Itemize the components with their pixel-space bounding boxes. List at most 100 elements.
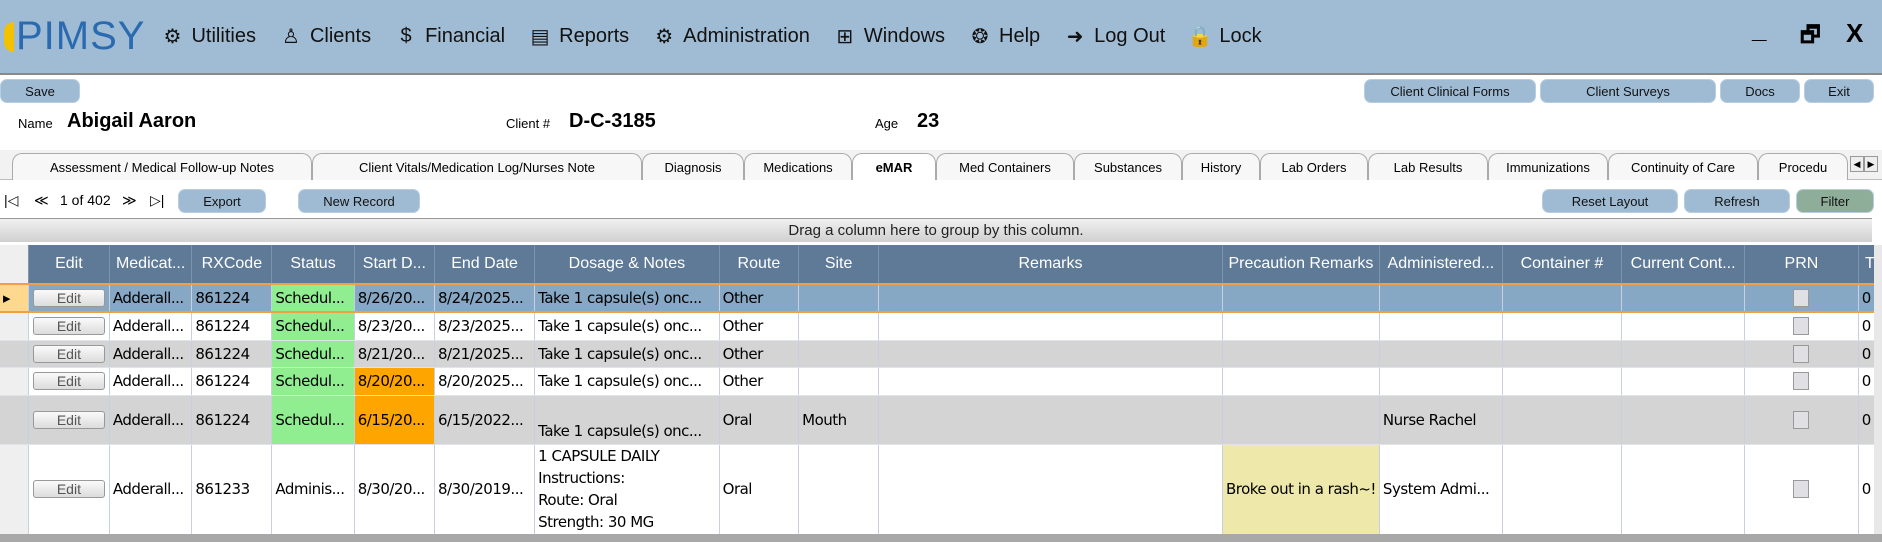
table-row[interactable]: Edit Adderall... 861224 Schedul... 8/23/20..… — [0, 312, 1882, 341]
menu-financial[interactable]: $ Financial — [393, 24, 506, 50]
cell-status: Schedul... — [271, 395, 355, 445]
prn-cell — [1744, 444, 1859, 535]
prn-checkbox[interactable] — [1793, 480, 1810, 498]
column-header-prn[interactable]: PRN — [1744, 245, 1859, 284]
cell-status: Schedul... — [271, 283, 355, 313]
edit-button[interactable]: Edit — [32, 317, 105, 336]
reset-layout-button[interactable]: Reset Layout — [1542, 189, 1678, 213]
close-button[interactable]: X — [1846, 18, 1863, 49]
column-header-status[interactable]: Status — [271, 245, 355, 284]
column-header-site[interactable]: Site — [798, 245, 880, 284]
row-indicator[interactable]: ▸ — [0, 283, 29, 313]
cell-current — [1621, 444, 1746, 535]
menu-utilities[interactable]: ⚙ Utilities — [159, 24, 256, 50]
restore-button[interactable]: 🗗 — [1800, 18, 1821, 56]
admin-icon: ⚙ — [655, 26, 674, 48]
row-indicator[interactable] — [0, 367, 29, 396]
docs-button[interactable]: Docs — [1720, 79, 1800, 103]
column-header-start-d-[interactable]: Start D... — [354, 245, 436, 284]
new-record-button[interactable]: New Record — [298, 189, 420, 213]
table-row[interactable]: ▸ Edit Adderall... 861224 Schedul... 8/26/20.… — [0, 283, 1882, 313]
client-clinical-forms-button[interactable]: Client Clinical Forms — [1364, 79, 1536, 103]
column-header-precaution-remarks[interactable]: Precaution Remarks — [1222, 245, 1380, 284]
column-header-administered-[interactable]: Administered... — [1379, 245, 1503, 284]
tab-procedu[interactable]: Procedu — [1758, 153, 1848, 180]
cell-precaution — [1222, 340, 1380, 368]
cell-route: Oral — [719, 395, 800, 445]
menu-windows[interactable]: ⊞ Windows — [832, 24, 945, 50]
row-indicator[interactable] — [0, 312, 29, 341]
edit-button[interactable]: Edit — [32, 410, 105, 429]
table-row[interactable]: Edit Adderall... 861224 Schedul... 8/20/20..… — [0, 367, 1882, 396]
horizontal-scrollbar[interactable] — [0, 534, 1882, 542]
edit-button[interactable]: Edit — [32, 344, 105, 363]
client-number: D-C-3185 — [569, 110, 656, 132]
tab-emar[interactable]: eMAR — [852, 153, 936, 180]
menu-log-out[interactable]: ➜ Log Out — [1062, 24, 1166, 50]
tab-diagnosis[interactable]: Diagnosis — [642, 153, 744, 180]
cell-rx: 861224 — [191, 340, 273, 368]
tab-scroll-left-icon[interactable]: ◀ — [1850, 156, 1864, 172]
column-header-edit[interactable]: Edit — [28, 245, 110, 284]
last-record-icon[interactable]: ▷| — [150, 192, 164, 209]
first-record-icon[interactable]: |◁ — [4, 192, 18, 209]
column-header-route[interactable]: Route — [719, 245, 800, 284]
pimsy-logo: PIMSY — [4, 14, 145, 59]
column-header-remarks[interactable]: Remarks — [878, 245, 1223, 284]
column-header-rxcode[interactable]: RXCode — [191, 245, 273, 284]
tab-med-containers[interactable]: Med Containers — [936, 153, 1074, 180]
tab-scroll-right-icon[interactable]: ▶ — [1864, 156, 1878, 172]
column-header-current-cont-[interactable]: Current Cont... — [1621, 245, 1746, 284]
tab-history[interactable]: History — [1182, 153, 1260, 180]
tab-medications[interactable]: Medications — [744, 153, 852, 180]
age-label: Age — [875, 116, 899, 131]
tab-continuity-of-care[interactable]: Continuity of Care — [1608, 153, 1758, 180]
prn-checkbox[interactable] — [1793, 317, 1810, 336]
column-header-dosage-notes[interactable]: Dosage & Notes — [534, 245, 720, 284]
table-row[interactable]: Edit Adderall... 861233 Adminis... 8/30/20..… — [0, 444, 1882, 535]
client-surveys-button[interactable]: Client Surveys — [1540, 79, 1716, 103]
prn-cell — [1744, 312, 1859, 341]
export-button[interactable]: Export — [178, 189, 266, 213]
tab-lab-orders[interactable]: Lab Orders — [1260, 153, 1368, 180]
tab-assessment-medical-follow-up-notes[interactable]: Assessment / Medical Follow-up Notes — [12, 153, 312, 180]
table-row[interactable]: Edit Adderall... 861224 Schedul... 6/15/20..… — [0, 395, 1882, 445]
tab-immunizations[interactable]: Immunizations — [1488, 153, 1608, 180]
minimize-button[interactable]: _ — [1752, 14, 1766, 45]
menu-clients[interactable]: ♙ Clients — [278, 24, 371, 50]
prn-checkbox[interactable] — [1793, 410, 1810, 429]
gear-icon: ⚙ — [163, 26, 182, 48]
tab-lab-results[interactable]: Lab Results — [1368, 153, 1488, 180]
row-indicator[interactable] — [0, 395, 29, 445]
save-button[interactable]: Save — [0, 79, 80, 103]
tab-substances[interactable]: Substances — [1074, 153, 1182, 180]
prn-checkbox[interactable] — [1793, 372, 1810, 390]
menu-reports[interactable]: ▤ Reports — [527, 24, 629, 50]
cell-route: Other — [719, 340, 800, 368]
menu-administration[interactable]: ⚙ Administration — [651, 24, 810, 50]
table-row[interactable]: Edit Adderall... 861224 Schedul... 8/21/20..… — [0, 340, 1882, 368]
prn-checkbox[interactable] — [1793, 289, 1810, 307]
next-page-icon[interactable]: ≫ — [122, 192, 137, 209]
prn-cell — [1744, 367, 1859, 396]
prn-checkbox[interactable] — [1793, 344, 1810, 363]
edit-button[interactable]: Edit — [32, 480, 105, 498]
previous-page-icon[interactable]: ≪ — [34, 192, 49, 209]
column-header-medicat-[interactable]: Medicat... — [109, 245, 193, 284]
edit-button[interactable]: Edit — [32, 372, 105, 390]
cell-status: Schedul... — [271, 340, 355, 368]
column-header-container-[interactable]: Container # — [1502, 245, 1623, 284]
group-by-panel[interactable]: Drag a column here to group by this colu… — [0, 218, 1872, 242]
edit-button[interactable]: Edit — [32, 289, 105, 307]
row-indicator[interactable] — [0, 340, 29, 368]
refresh-button[interactable]: Refresh — [1684, 189, 1790, 213]
exit-button[interactable]: Exit — [1804, 79, 1874, 103]
money-hand-icon: $ — [400, 25, 412, 47]
vertical-scrollbar[interactable] — [1874, 245, 1882, 534]
column-header-end-date[interactable]: End Date — [434, 245, 536, 284]
tab-client-vitals-medication-log-nurses-note[interactable]: Client Vitals/Medication Log/Nurses Note — [312, 153, 642, 180]
menu-help[interactable]: ❂ Help — [967, 24, 1041, 50]
row-indicator[interactable] — [0, 444, 29, 535]
menu-lock[interactable]: 🔒 Lock — [1187, 24, 1262, 50]
filter-button[interactable]: Filter — [1796, 189, 1874, 213]
